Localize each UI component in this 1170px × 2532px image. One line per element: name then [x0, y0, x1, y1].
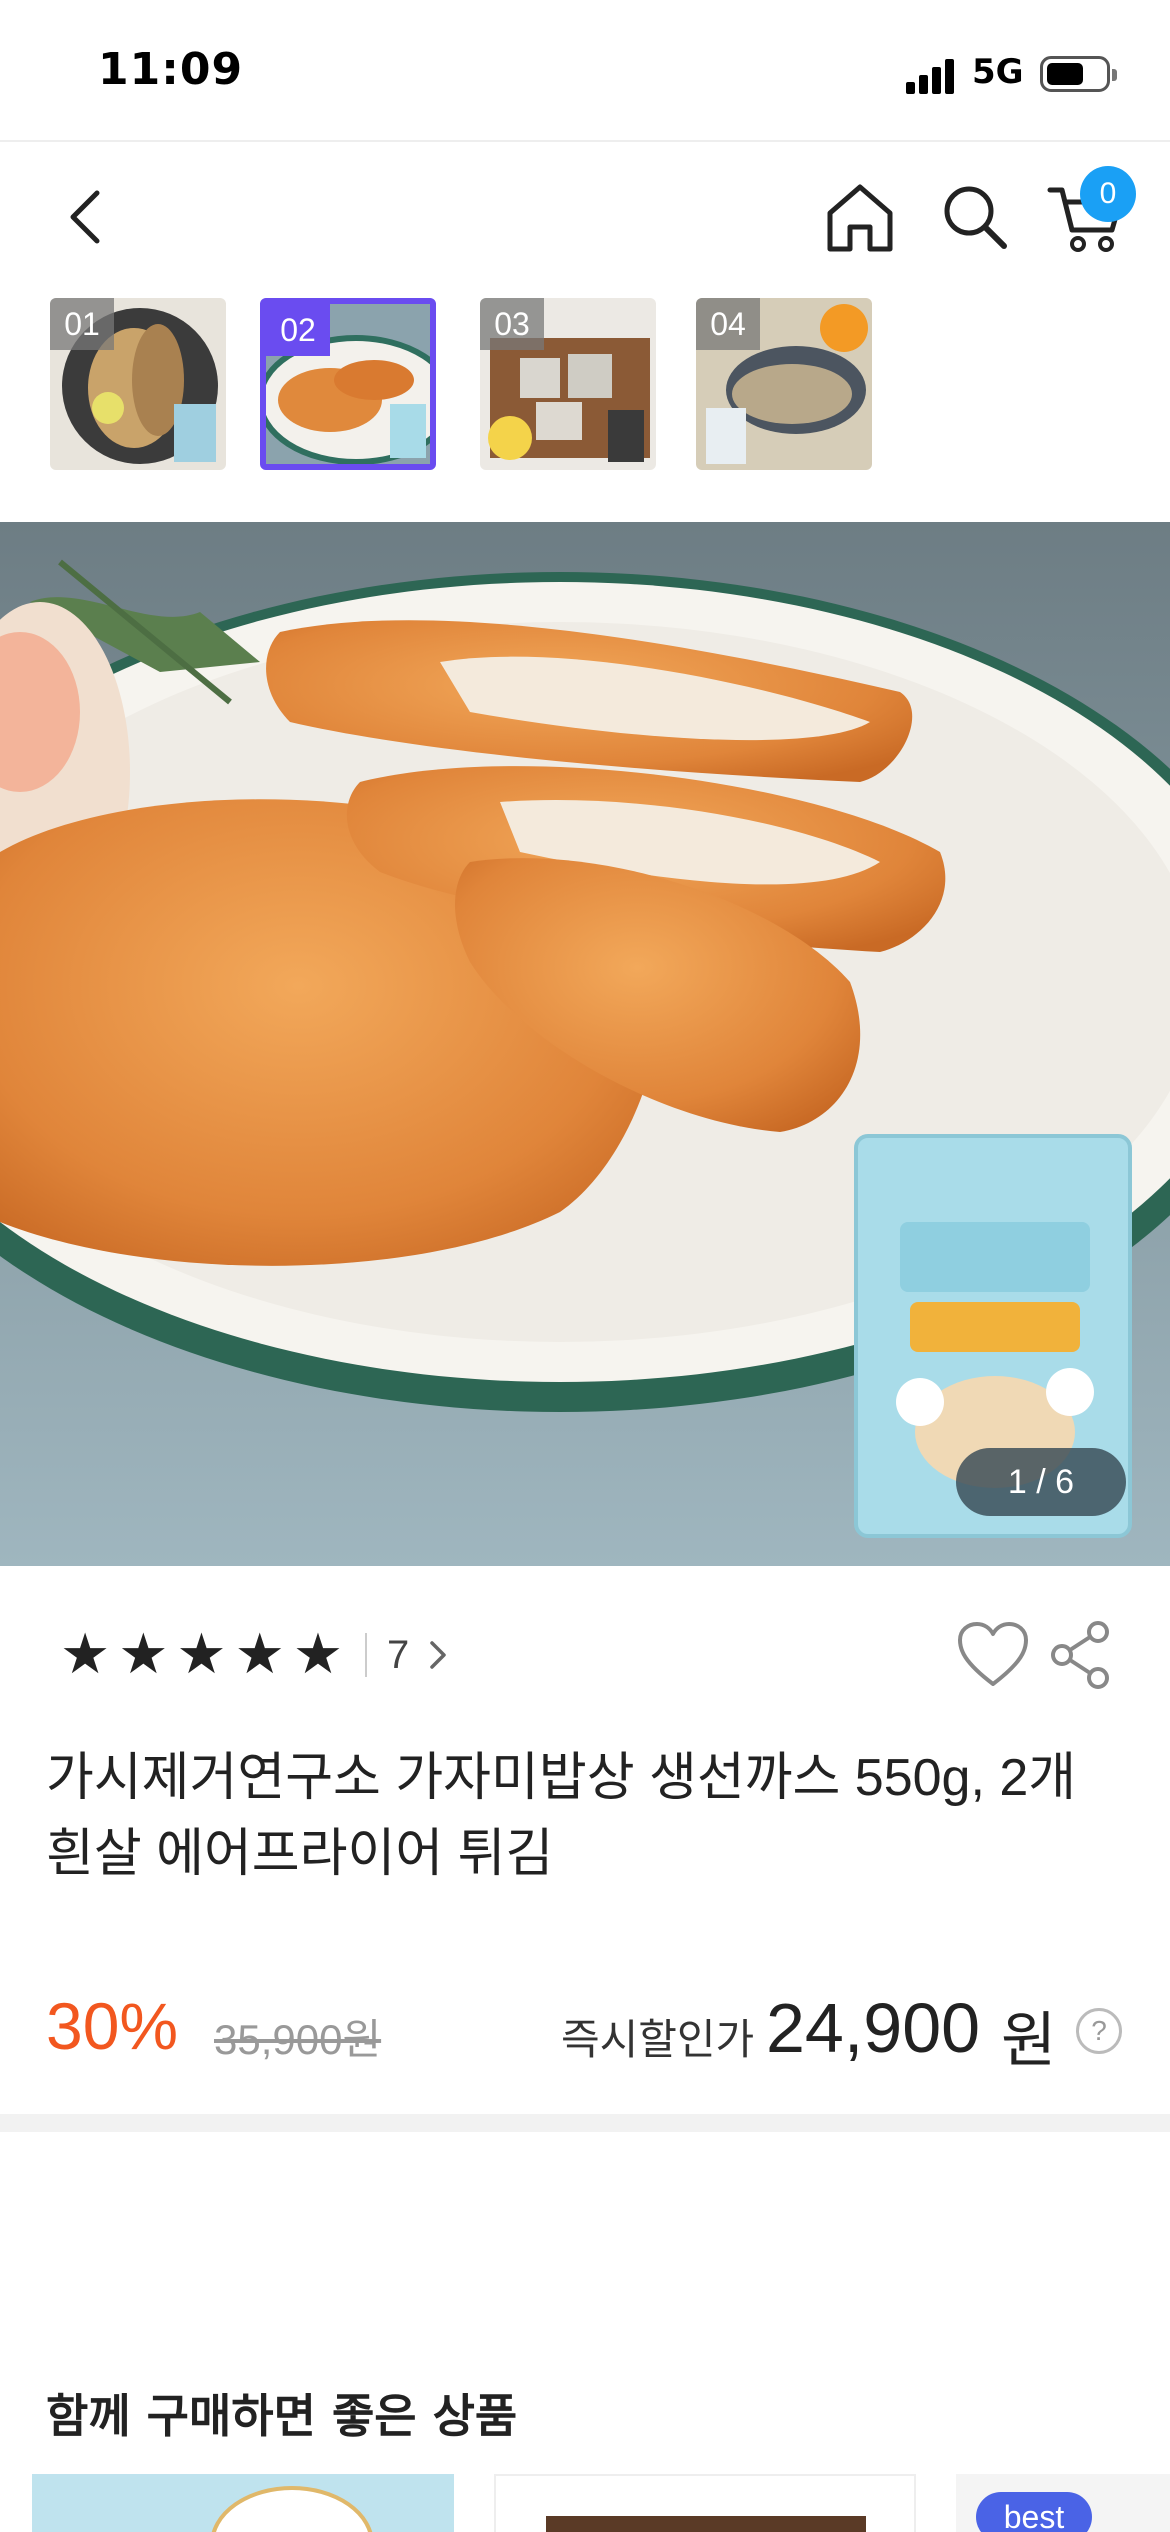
home-button[interactable]: [815, 172, 905, 262]
instant-discount-label: 즉시할인가: [561, 2015, 755, 2064]
share-button[interactable]: [1048, 1620, 1114, 1690]
star-icon: ★: [60, 1622, 111, 1687]
search-button[interactable]: [930, 172, 1020, 262]
fish-cutlet-photo: [0, 522, 1170, 1566]
recommend-title: 함께 구매하면 좋은 상품: [46, 2389, 518, 2443]
back-button[interactable]: [40, 172, 130, 262]
thumbnail-number: 03: [480, 298, 544, 350]
star-icon: ★: [292, 1622, 344, 1687]
original-price: 35,900원: [214, 2016, 382, 2063]
network-type: 5G: [972, 52, 1024, 92]
discount-rate: 30%: [46, 1989, 179, 2063]
recommend-image: [546, 2516, 866, 2532]
rating-row[interactable]: ★ ★ ★ ★ ★ 7: [60, 1620, 449, 1690]
price-row: 30% 35,900원 즉시할인가 24,900 원 ?: [46, 1988, 1136, 2076]
thumbnail-number: 02: [266, 304, 330, 356]
thumbnail-1[interactable]: 01: [50, 298, 226, 470]
chevron-right-icon: [430, 1641, 447, 1669]
price-help-button[interactable]: ?: [1076, 2008, 1122, 2054]
chevron-left-icon: [70, 190, 100, 244]
recommend-card[interactable]: [32, 2474, 454, 2532]
heart-icon: [958, 1622, 1028, 1686]
share-icon: [1051, 1621, 1109, 1689]
thumbnail-4[interactable]: 04: [696, 298, 872, 470]
currency-unit: 원: [1001, 2006, 1057, 2076]
recommend-image: [211, 2486, 373, 2532]
divider: [365, 1633, 368, 1677]
search-icon: [944, 186, 1007, 249]
best-badge: best: [976, 2492, 1092, 2532]
thumbnail-strip: 01 02 03 04: [0, 296, 1170, 476]
star-icon: ★: [118, 1622, 169, 1687]
thumbnail-number: 04: [696, 298, 760, 350]
battery-icon: [1040, 56, 1117, 92]
thumbnail-3[interactable]: 03: [480, 298, 656, 470]
image-counter: 1 / 6: [956, 1448, 1126, 1516]
rating-stars: ★ ★ ★ ★ ★: [60, 1627, 343, 1683]
recommend-card[interactable]: best: [956, 2474, 1170, 2532]
cart-button[interactable]: 0: [1040, 166, 1136, 262]
star-icon: ★: [176, 1622, 227, 1687]
product-hero-image[interactable]: [0, 522, 1170, 1566]
review-count: 7: [387, 1632, 410, 1677]
product-title: 가시제거연구소 가자미밥상 생선까스 550g, 2개 흰살 에어프라이어 튀김: [46, 1749, 1077, 1883]
home-icon: [827, 184, 893, 252]
status-time: 11:09: [98, 44, 244, 95]
status-bar: 11:09 5G: [0, 0, 1170, 140]
wishlist-button[interactable]: [956, 1620, 1030, 1690]
thumbnail-2[interactable]: 02: [260, 298, 436, 470]
recommend-card[interactable]: [494, 2474, 916, 2532]
thumbnail-number: 01: [50, 298, 114, 350]
cart-count-badge: 0: [1080, 166, 1136, 222]
signal-icon: [906, 58, 956, 94]
sale-price: 24,900: [766, 1989, 981, 2067]
section-divider: [0, 2114, 1170, 2132]
top-nav: 0: [0, 142, 1170, 292]
star-icon: ★: [234, 1622, 285, 1687]
